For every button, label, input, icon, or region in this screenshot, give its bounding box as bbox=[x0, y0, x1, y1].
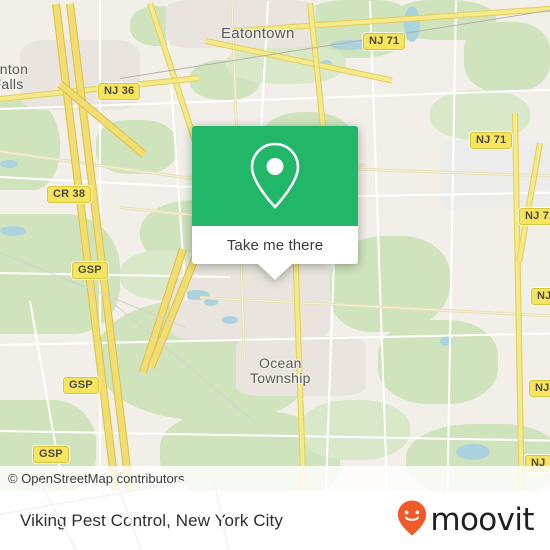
popup-pointer-tail bbox=[258, 264, 292, 280]
road-minor bbox=[446, 0, 457, 491]
attribution-text: © OpenStreetMap contributors bbox=[8, 471, 185, 486]
shield-cr-38[interactable]: CR 38 bbox=[47, 186, 92, 203]
map-screenshot: Tinton Falls Eatontown Ocean Township NJ… bbox=[0, 0, 550, 550]
path-line bbox=[109, 300, 256, 424]
road-minor bbox=[0, 272, 230, 279]
shield-gsp-upper[interactable]: GSP bbox=[72, 262, 108, 279]
shield-nj-71-right-mid[interactable]: NJ 71 bbox=[519, 208, 550, 225]
place-label-tinton-falls: Tinton Falls bbox=[0, 61, 29, 92]
road-minor bbox=[0, 332, 550, 346]
road-motorway bbox=[52, 3, 124, 491]
moovit-logo[interactable]: moovit bbox=[397, 500, 535, 541]
shield-nj-right-2[interactable]: NJ bbox=[529, 380, 550, 397]
place-label-ocean-township: Ocean Township bbox=[250, 355, 311, 386]
shield-nj-71-top[interactable]: NJ 71 bbox=[363, 33, 406, 50]
road-trunk bbox=[512, 112, 525, 491]
shield-nj-36[interactable]: NJ 36 bbox=[98, 83, 141, 100]
moovit-wordmark: moovit bbox=[430, 502, 534, 538]
location-popup-card[interactable]: Take me there bbox=[192, 126, 358, 280]
shield-nj-right-1[interactable]: NJ bbox=[531, 288, 550, 305]
road-trunk bbox=[516, 142, 543, 262]
shield-gsp-mid[interactable]: GSP bbox=[63, 377, 99, 394]
map-attribution[interactable]: © OpenStreetMap contributors bbox=[0, 466, 550, 491]
shield-gsp-lower[interactable]: GSP bbox=[33, 446, 69, 463]
map-canvas[interactable]: Tinton Falls Eatontown Ocean Township NJ… bbox=[0, 0, 550, 491]
popup-image-area bbox=[192, 126, 358, 226]
shield-nj-71-right-upper[interactable]: NJ 71 bbox=[470, 132, 513, 149]
place-label-eatontown: Eatontown bbox=[221, 25, 295, 42]
take-me-there-button[interactable]: Take me there bbox=[192, 226, 358, 264]
road-minor bbox=[0, 430, 550, 442]
map-pin-icon bbox=[248, 141, 302, 211]
take-me-there-label: Take me there bbox=[226, 236, 324, 254]
moovit-smiley-pin-icon bbox=[397, 500, 427, 541]
footer-bar: Viking Pest Control, New York City moovi… bbox=[0, 480, 550, 550]
road-secondary bbox=[199, 296, 550, 318]
